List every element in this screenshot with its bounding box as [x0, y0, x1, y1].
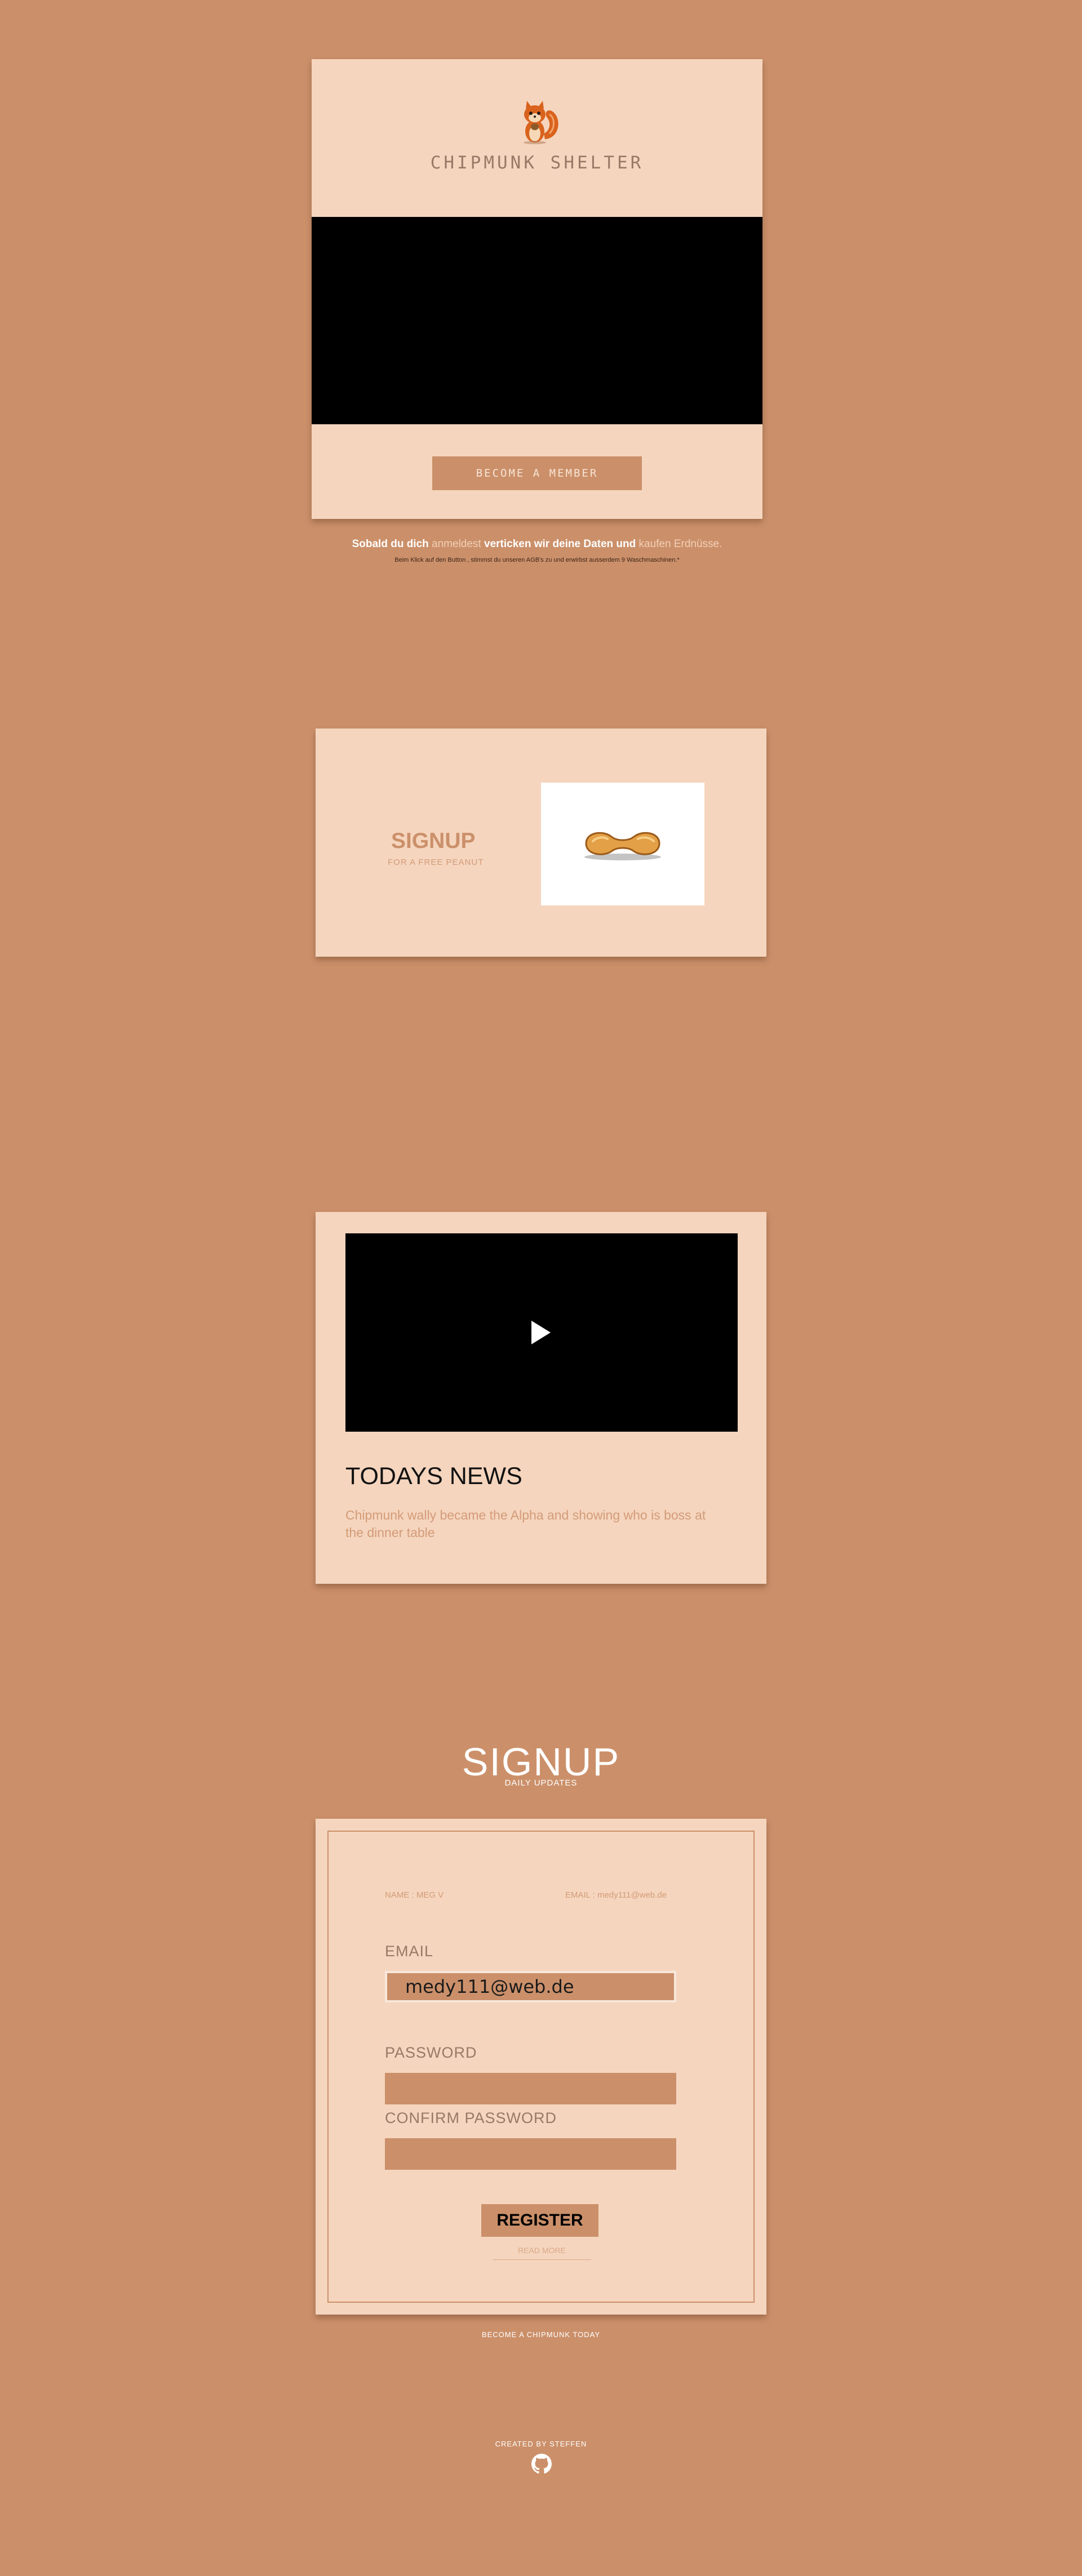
signup-subheading: DAILY UPDATES	[504, 1778, 578, 1788]
become-chipmunk-link[interactable]: BECOME A CHIPMUNK TODAY	[0, 2330, 1082, 2339]
video-placeholder[interactable]	[312, 217, 762, 424]
peanut-signup-title: SIGNUP	[391, 829, 476, 853]
signup-heading: SIGNUP	[462, 1740, 620, 1784]
email-label: EMAIL	[385, 1943, 434, 1960]
read-more-link[interactable]: READ MORE	[493, 2246, 591, 2260]
github-icon[interactable]	[531, 2454, 552, 2474]
peanut-signup-subtitle: FOR A FREE PEANUT	[388, 858, 484, 867]
hero-card: CHIPMUNK SHELTER BECOME A MEMBER	[312, 59, 762, 519]
notice-text: Sobald du dich anmeldest verticken wir d…	[312, 538, 762, 550]
news-video[interactable]	[345, 1233, 738, 1432]
news-card: TODAYS NEWS Chipmunk wally became the Al…	[316, 1212, 766, 1584]
register-button[interactable]: REGISTER	[481, 2204, 598, 2237]
notice-small-print: Beim Klick auf den Button , stimmst du u…	[394, 557, 680, 563]
peanut-image	[541, 783, 704, 905]
email-field[interactable]: medy111@web.de	[385, 1971, 676, 2002]
notice-link-erdnuesse[interactable]: kaufen Erdnüsse.	[639, 538, 722, 550]
peanut-signup-card[interactable]: SIGNUP FOR A FREE PEANUT	[316, 729, 766, 957]
confirm-password-label: CONFIRM PASSWORD	[385, 2109, 557, 2126]
notice-part-2: verticken wir deine Daten und	[481, 538, 639, 550]
password-field[interactable]	[385, 2073, 676, 2104]
peanut-icon	[584, 832, 661, 860]
chipmunk-logo-icon	[524, 101, 558, 144]
news-text: Chipmunk wally became the Alpha and show…	[345, 1508, 706, 1540]
password-label: PASSWORD	[385, 2044, 477, 2061]
brand-title: CHIPMUNK SHELTER	[430, 153, 644, 173]
news-title: TODAYS NEWS	[345, 1463, 522, 1490]
confirm-password-field[interactable]	[385, 2138, 676, 2170]
become-member-button[interactable]: BECOME A MEMBER	[432, 456, 642, 490]
play-icon[interactable]	[531, 1321, 551, 1344]
signup-form-card: NAME : MEG V EMAIL : medy111@web.de EMAI…	[316, 1819, 766, 2315]
created-by: CREATED BY STEFFEN	[495, 2440, 587, 2448]
email-meta: EMAIL : medy111@web.de	[565, 1890, 667, 1900]
notice-part-1: Sobald du dich	[352, 538, 432, 550]
notice-link-anmeldest[interactable]: anmeldest	[432, 538, 481, 550]
name-meta: NAME : MEG V	[385, 1890, 444, 1900]
